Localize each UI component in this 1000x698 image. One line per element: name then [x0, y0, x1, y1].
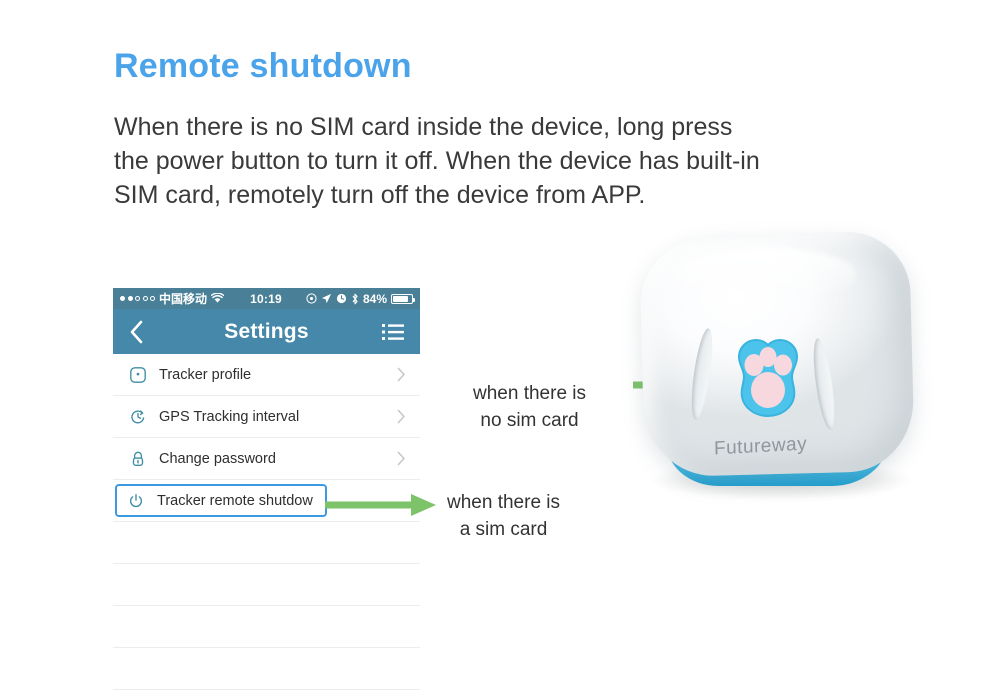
battery-percent-label: 84%: [362, 291, 387, 306]
list-item-label: GPS Tracking interval: [159, 408, 300, 425]
bluetooth-icon: [351, 293, 359, 305]
description-line-1: When there is no SIM card inside the dev…: [114, 113, 733, 141]
phone-status-bar: 中国移动 10:19 84%: [113, 288, 420, 309]
chevron-right-icon: [397, 409, 420, 424]
device-highlight: [676, 248, 856, 302]
signal-strength-dots: [120, 296, 155, 301]
back-button[interactable]: [129, 320, 155, 344]
status-bar-clock: 10:19: [250, 291, 282, 306]
chevron-right-icon: [397, 367, 420, 382]
description-line-2: the power button to turn it off. When th…: [114, 147, 760, 175]
alarm-clock-icon: [336, 293, 347, 304]
wifi-icon: [211, 293, 225, 304]
list-item-gps-tracking-interval[interactable]: GPS Tracking interval: [113, 396, 420, 438]
list-item-label: Tracker profile: [159, 366, 252, 383]
status-bar-indicators: 84%: [306, 291, 415, 306]
carrier-label: 中国移动: [159, 292, 208, 306]
padlock-icon: [129, 450, 159, 468]
page-title: Remote shutdown: [114, 47, 412, 85]
list-item-blank: [113, 606, 420, 648]
list-item-label: Tracker remote shutdow: [157, 492, 313, 509]
battery-icon: [391, 293, 415, 304]
annotation-line-1: when there is: [473, 383, 587, 404]
phone-nav-bar: Settings: [113, 309, 420, 354]
list-item-blank: [113, 648, 420, 690]
annotation-no-sim-card: when there is no sim card: [473, 380, 586, 434]
list-item-tracker-remote-shutdown[interactable]: Tracker remote shutdow: [115, 484, 327, 517]
clock-interval-icon: [129, 408, 159, 426]
paw-print-button[interactable]: [726, 332, 810, 420]
annotation-has-sim-card: when there is a sim card: [447, 489, 560, 543]
list-item-tracker-profile[interactable]: Tracker profile: [113, 354, 420, 396]
list-item-change-password[interactable]: Change password: [113, 438, 420, 480]
arrow-to-sim-caption: [325, 492, 437, 523]
list-menu-icon[interactable]: [378, 323, 404, 341]
list-item-blank: [113, 522, 420, 564]
rotation-lock-icon: [306, 293, 317, 304]
annotation-line-2: no sim card: [480, 410, 579, 431]
annotation-line-2: a sim card: [459, 519, 548, 540]
description-line-3: SIM card, remotely turn off the device f…: [114, 181, 646, 209]
power-icon: [127, 492, 157, 510]
annotation-line-1: when there is: [447, 492, 561, 513]
nav-title: Settings: [224, 319, 309, 343]
location-arrow-icon: [321, 293, 332, 304]
page-description: When there is no SIM card inside the dev…: [114, 110, 954, 212]
device-photo: Futureway: [630, 228, 940, 528]
list-item-label: Change password: [159, 450, 276, 467]
chevron-right-icon: [397, 451, 420, 466]
tracker-profile-icon: [129, 366, 159, 384]
list-item-blank: [113, 564, 420, 606]
